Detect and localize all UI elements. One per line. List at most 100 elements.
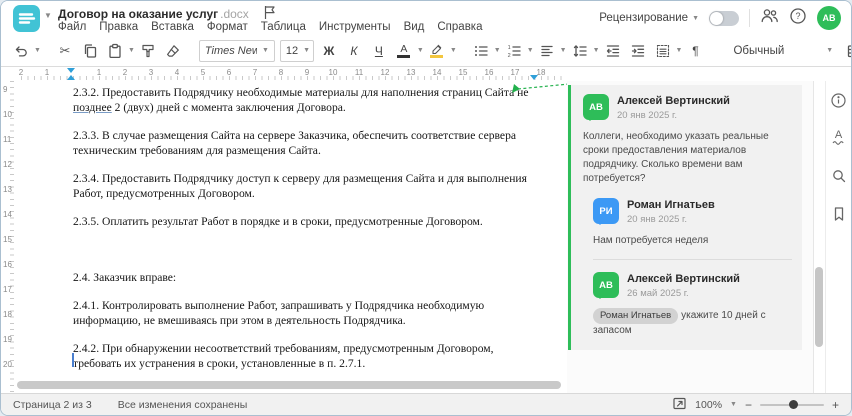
borders-caret-icon[interactable]: ▼ [676, 47, 683, 54]
main-area: 9 10 11 12 13 14 15 16 17 18 19 20 2.3.2. Предостав… [1, 81, 851, 393]
menu-edit[interactable]: Правка [99, 21, 138, 33]
highlight-caret-icon[interactable]: ▼ [450, 47, 457, 54]
horizontal-ruler[interactable]: 2 1 1 2 3 4 5 6 7 8 9 10 11 12 13 14 15 16 17 18 [15, 67, 567, 81]
review-toggle[interactable] [709, 10, 739, 26]
menu-table[interactable]: Таблица [261, 21, 306, 33]
document-page[interactable]: 2.3.2. Предоставить Подрядчику необходим… [15, 81, 567, 393]
comment-avatar: РИ [593, 198, 619, 225]
spellcheck-icon[interactable]: А [828, 127, 850, 149]
italic-button[interactable]: К [342, 39, 366, 63]
comment-anchor-connector [512, 83, 570, 93]
bookmark-icon[interactable] [828, 203, 850, 225]
font-color-button[interactable]: А [392, 39, 416, 63]
menu-view[interactable]: Вид [404, 21, 425, 33]
undo-caret-icon[interactable]: ▼ [34, 47, 41, 54]
title-bar: ▼ Договор на оказание услуг .docx Файл Пр… [1, 1, 851, 35]
collaboration-users-icon[interactable] [760, 7, 779, 29]
font-color-caret-icon[interactable]: ▼ [417, 47, 424, 54]
font-name-select[interactable]: Times New ... ▼ [198, 39, 275, 62]
bullet-list-caret-icon[interactable]: ▼ [494, 47, 501, 54]
numbered-list-caret-icon[interactable]: ▼ [527, 47, 534, 54]
user-avatar[interactable]: АВ [817, 6, 841, 30]
vertical-ruler[interactable]: 9 10 11 12 13 14 15 16 17 18 19 20 [1, 81, 15, 393]
app-logo-icon[interactable] [13, 5, 40, 32]
horizontal-scrollbar[interactable] [17, 381, 561, 389]
font-color-bar [397, 54, 411, 58]
commented-text[interactable]: позднее [73, 101, 112, 114]
align-button[interactable] [535, 39, 559, 63]
search-icon[interactable] [828, 165, 850, 187]
format-painter-button[interactable] [136, 39, 160, 63]
zoom-in-button[interactable]: + [832, 398, 839, 412]
align-caret-icon[interactable]: ▼ [560, 47, 567, 54]
menu-format[interactable]: Формат [207, 21, 248, 33]
cut-button[interactable]: ✂ [53, 39, 77, 63]
mention-chip[interactable]: Роман Игнатьев [593, 308, 679, 324]
right-sidebar: А [825, 81, 851, 393]
chevron-down-icon: ▼ [303, 47, 311, 54]
clear-style-eraser-button[interactable] [161, 39, 185, 63]
zoom-out-button[interactable]: − [745, 398, 752, 412]
doc-paragraph[interactable]: 2.3.4. Предоставить Подрядчику доступ к … [73, 171, 537, 201]
doc-paragraph[interactable]: 2.3.3. В случае размещения Сайта на серв… [73, 128, 537, 158]
menu-file[interactable]: Файл [58, 21, 86, 33]
doc-paragraph[interactable]: 2.4.2. При обнаружении несоответствий тр… [73, 341, 537, 371]
doc-paragraph[interactable]: 2.3.2. Предоставить Подрядчику необходим… [73, 85, 537, 115]
comment-thread[interactable]: АВ Алексей Вертинский 20 янв 2025 г. Кол… [568, 85, 802, 350]
fit-width-icon[interactable] [672, 396, 687, 414]
ruler-row: 2 1 1 2 3 4 5 6 7 8 9 10 11 12 13 14 15 16 17 18 [1, 67, 567, 81]
comment-text: Нам потребуется неделя [593, 235, 709, 246]
line-spacing-button[interactable] [568, 39, 592, 63]
document-text[interactable]: 2.3.2. Предоставить Подрядчику необходим… [73, 85, 537, 384]
menu-tools[interactable]: Инструменты [319, 21, 391, 33]
doc-paragraph[interactable]: 2.4.1. Контролировать выполнение Работ, … [73, 298, 537, 328]
scrollbar-thumb[interactable] [815, 267, 823, 347]
comment-reply[interactable]: РИ Роман Игнатьев 20 янв 2025 г. Нам пот… [593, 198, 792, 248]
paragraph-style-select[interactable]: Обычный ▼ [733, 45, 833, 57]
numbered-list-button[interactable]: 12 [502, 39, 526, 63]
bold-button[interactable]: Ж [317, 39, 341, 63]
font-size-select[interactable]: 12 ▼ [279, 39, 314, 62]
insert-table-button[interactable] [842, 39, 851, 63]
right-indent-marker[interactable] [530, 75, 538, 80]
review-mode-dropdown[interactable]: Рецензирование ▼ [599, 12, 699, 24]
page-indicator[interactable]: Страница 2 из 3 [13, 399, 92, 411]
toolbar: ▼ ✂ ▼ Times New ... ▼ [1, 35, 851, 67]
comment-author: Алексей Вертинский [627, 273, 740, 285]
comment-avatar: АВ [593, 272, 619, 299]
paragraph-text: 2.3.2. Предоставить Подрядчику необходим… [73, 86, 529, 99]
info-icon[interactable] [828, 89, 850, 111]
menu-help[interactable]: Справка [437, 21, 482, 33]
bullet-list-button[interactable] [469, 39, 493, 63]
zoom-value[interactable]: 100% [695, 399, 722, 411]
doc-paragraph[interactable]: 2.3.5. Оплатить результат Работ в порядк… [73, 214, 537, 229]
menu-insert[interactable]: Вставка [151, 21, 194, 33]
copy-button[interactable] [78, 39, 102, 63]
highlight-color-button[interactable] [425, 39, 449, 63]
chevron-down-icon: ▼ [826, 47, 834, 54]
highlight-color-bar [430, 54, 444, 58]
paragraph-borders-button[interactable] [651, 39, 675, 63]
zoom-slider[interactable] [759, 400, 824, 409]
vertical-scrollbar[interactable] [815, 81, 823, 393]
undo-button[interactable] [9, 39, 33, 63]
underline-button[interactable]: Ч [367, 39, 391, 63]
zoom-caret-icon[interactable]: ▼ [730, 401, 737, 408]
comment-date: 26 май 2025 г. [627, 288, 689, 299]
paste-button[interactable] [103, 39, 127, 63]
doc-blank-line[interactable] [73, 242, 537, 257]
help-icon[interactable]: ? [789, 7, 807, 30]
comment-reply[interactable]: АВ Алексей Вертинский 26 май 2025 г. Ром… [593, 272, 792, 338]
left-indent-marker[interactable] [67, 75, 75, 80]
comment-author: Роман Игнатьев [627, 199, 715, 211]
paragraph-style-value: Обычный [733, 44, 785, 57]
decrease-indent-button[interactable] [601, 39, 625, 63]
show-paragraph-marks-button[interactable]: ¶ [683, 39, 707, 63]
first-line-indent-marker[interactable] [67, 68, 75, 73]
logo-menu-caret-icon[interactable]: ▼ [44, 11, 52, 20]
line-spacing-caret-icon[interactable]: ▼ [593, 47, 600, 54]
paste-caret-icon[interactable]: ▼ [128, 47, 135, 54]
increase-indent-button[interactable] [626, 39, 650, 63]
zoom-slider-handle[interactable] [788, 400, 798, 409]
doc-paragraph[interactable]: 2.4. Заказчик вправе: [73, 270, 537, 285]
